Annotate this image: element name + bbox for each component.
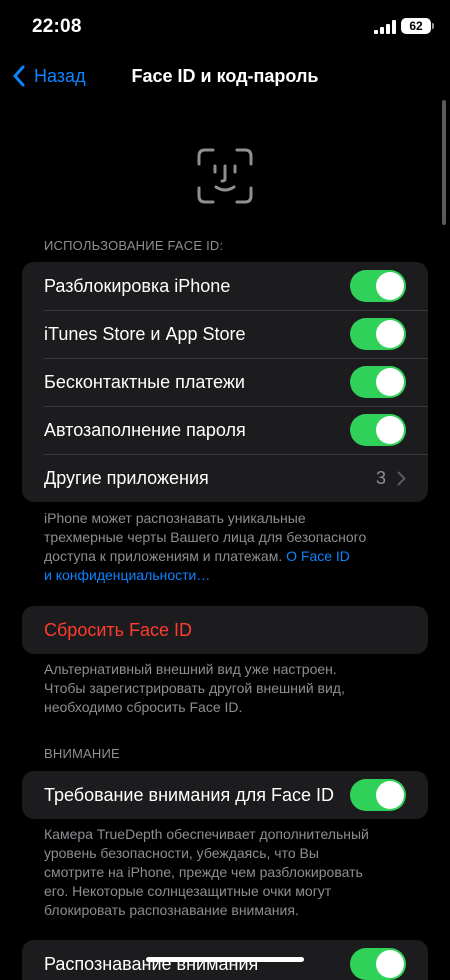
reset-label: Сбросить Face ID <box>44 619 193 640</box>
toggle-knob <box>376 416 404 444</box>
battery-icon: 62 <box>401 18 434 34</box>
section-header-faceid-usage: ИСПОЛЬЗОВАНИЕ FACE ID: <box>44 238 224 253</box>
toggle-knob <box>376 781 404 809</box>
footer-text: уровень безопасности, убеждаясь, что Вы <box>44 845 319 861</box>
status-bar: 22:08 62 <box>0 0 450 54</box>
other-apps-count: 3 <box>375 467 386 488</box>
toggle-knob <box>376 368 404 396</box>
chevron-right-icon <box>397 471 406 486</box>
row-contactless-payments[interactable]: Бесконтактные платежи <box>22 358 428 406</box>
reset-group: Сбросить Face ID <box>22 606 428 654</box>
toggle-itunes-app-store[interactable] <box>350 318 406 350</box>
row-label: Бесконтактные платежи <box>44 371 245 392</box>
faceid-privacy-link-cont[interactable]: и конфиденциальности… <box>44 567 210 583</box>
footer-text: доступа к приложениям и платежам. <box>44 548 283 564</box>
toggle-attention-aware[interactable] <box>350 948 406 980</box>
scroll-indicator[interactable] <box>442 100 446 225</box>
footer-text: блокировать распознавание внимания. <box>44 902 299 918</box>
page-title: Face ID и код-пароль <box>131 66 319 86</box>
section-header-attention: ВНИМАНИЕ <box>44 746 120 761</box>
footer-text: его. Некоторые солнцезащитные очки могут <box>44 883 332 899</box>
footer-text: смотрите на iPhone, прежде чем разблокир… <box>44 864 363 880</box>
row-itunes-app-store[interactable]: iTunes Store и App Store <box>22 310 428 358</box>
home-indicator[interactable] <box>146 957 304 962</box>
row-password-autofill[interactable]: Автозаполнение пароля <box>22 406 428 454</box>
toggle-require-attention[interactable] <box>350 779 406 811</box>
row-other-apps[interactable]: Другие приложения 3 <box>22 454 428 502</box>
row-label: iTunes Store и App Store <box>44 323 246 344</box>
toggle-password-autofill[interactable] <box>350 414 406 446</box>
attention-footer: Камера TrueDepth обеспечивает дополнител… <box>44 825 404 920</box>
row-require-attention[interactable]: Требование внимания для Face ID <box>22 771 428 819</box>
faceid-privacy-link[interactable]: О Face ID <box>286 548 350 564</box>
toggle-knob <box>376 272 404 300</box>
toggle-knob <box>376 950 404 978</box>
row-label: Автозаполнение пароля <box>44 419 246 440</box>
face-id-icon <box>197 148 253 204</box>
row-label: Разблокировка iPhone <box>44 275 231 296</box>
status-time: 22:08 <box>32 16 82 37</box>
reset-footer: Альтернативный внешний вид уже настроен.… <box>44 660 404 717</box>
row-label: Требование внимания для Face ID <box>44 784 334 805</box>
faceid-usage-group: Разблокировка iPhone iTunes Store и App … <box>22 262 428 502</box>
navigation-bar: Назад Face ID и код-пароль <box>0 56 450 100</box>
toggle-knob <box>376 320 404 348</box>
toggle-unlock-iphone[interactable] <box>350 270 406 302</box>
footer-text: трехмерные черты Вашего лица для безопас… <box>44 529 367 545</box>
reset-faceid-button[interactable]: Сбросить Face ID <box>22 606 428 654</box>
attention-group: Требование внимания для Face ID <box>22 771 428 819</box>
footer-text: Чтобы зарегистрировать другой внешний ви… <box>44 680 345 696</box>
signal-icon <box>374 20 396 34</box>
toggle-contactless-payments[interactable] <box>350 366 406 398</box>
row-label: Другие приложения <box>44 467 209 488</box>
row-unlock-iphone[interactable]: Разблокировка iPhone <box>22 262 428 310</box>
footer-text: Камера TrueDepth обеспечивает дополнител… <box>44 826 369 842</box>
faceid-usage-footer: iPhone может распознавать уникальные тре… <box>44 509 404 585</box>
footer-text: необходимо сбросить Face ID. <box>44 699 243 715</box>
footer-text: Альтернативный внешний вид уже настроен. <box>44 661 337 677</box>
footer-text: iPhone может распознавать уникальные <box>44 510 306 526</box>
